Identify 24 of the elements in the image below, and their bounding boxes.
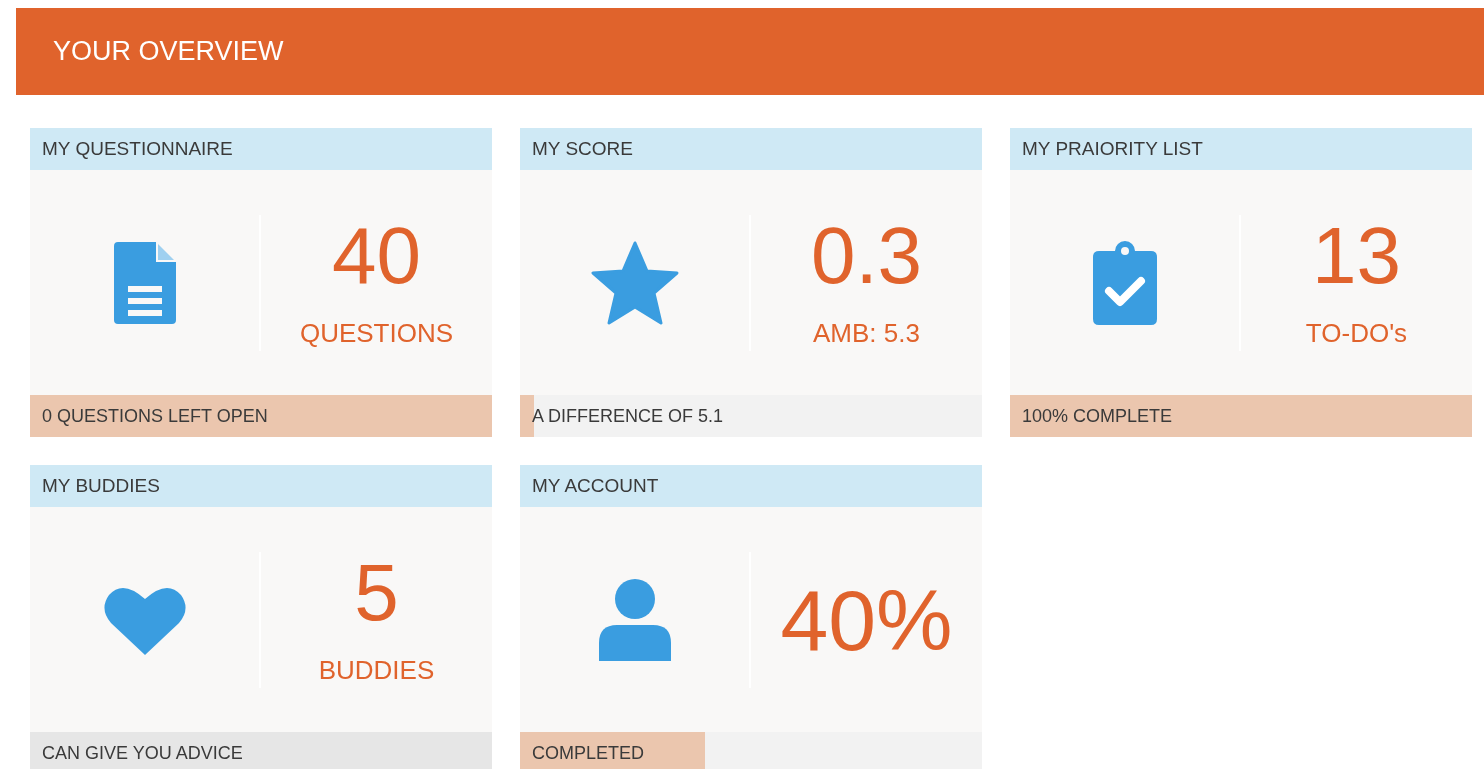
card-title: MY QUESTIONNAIRE — [42, 138, 233, 160]
stat-label: TO-DO's — [1305, 318, 1408, 349]
footer-text: COMPLETED — [531, 742, 645, 764]
stat-value: 13 — [1312, 216, 1401, 296]
card-title: MY BUDDIES — [42, 475, 160, 497]
card-title: MY SCORE — [532, 138, 633, 160]
document-icon — [113, 241, 176, 324]
footer-text: A DIFFERENCE OF 5.1 — [531, 405, 724, 427]
stat-value: 40% — [780, 576, 953, 663]
star-icon — [590, 240, 679, 325]
footer-text: CAN GIVE YOU ADVICE — [41, 742, 243, 764]
stat-label: BUDDIES — [318, 655, 435, 686]
footer-text: 0 QUESTIONS LEFT OPEN — [41, 405, 268, 427]
stat-value: 5 — [354, 553, 399, 633]
footer-text: 100% COMPLETE — [1021, 405, 1173, 427]
stat-value: 40 — [332, 216, 421, 296]
stat-value: 0.3 — [810, 216, 923, 296]
stat-label: AMB: 5.3 — [813, 318, 920, 349]
person-icon — [598, 578, 671, 661]
card-title: MY ACCOUNT — [532, 475, 659, 497]
stat-label: QUESTIONS — [299, 318, 454, 349]
page-title: YOUR OVERVIEW — [53, 36, 284, 67]
clipboard-check-icon — [1092, 240, 1157, 325]
card-title: MY PRAIORITY LIST — [1022, 138, 1203, 160]
